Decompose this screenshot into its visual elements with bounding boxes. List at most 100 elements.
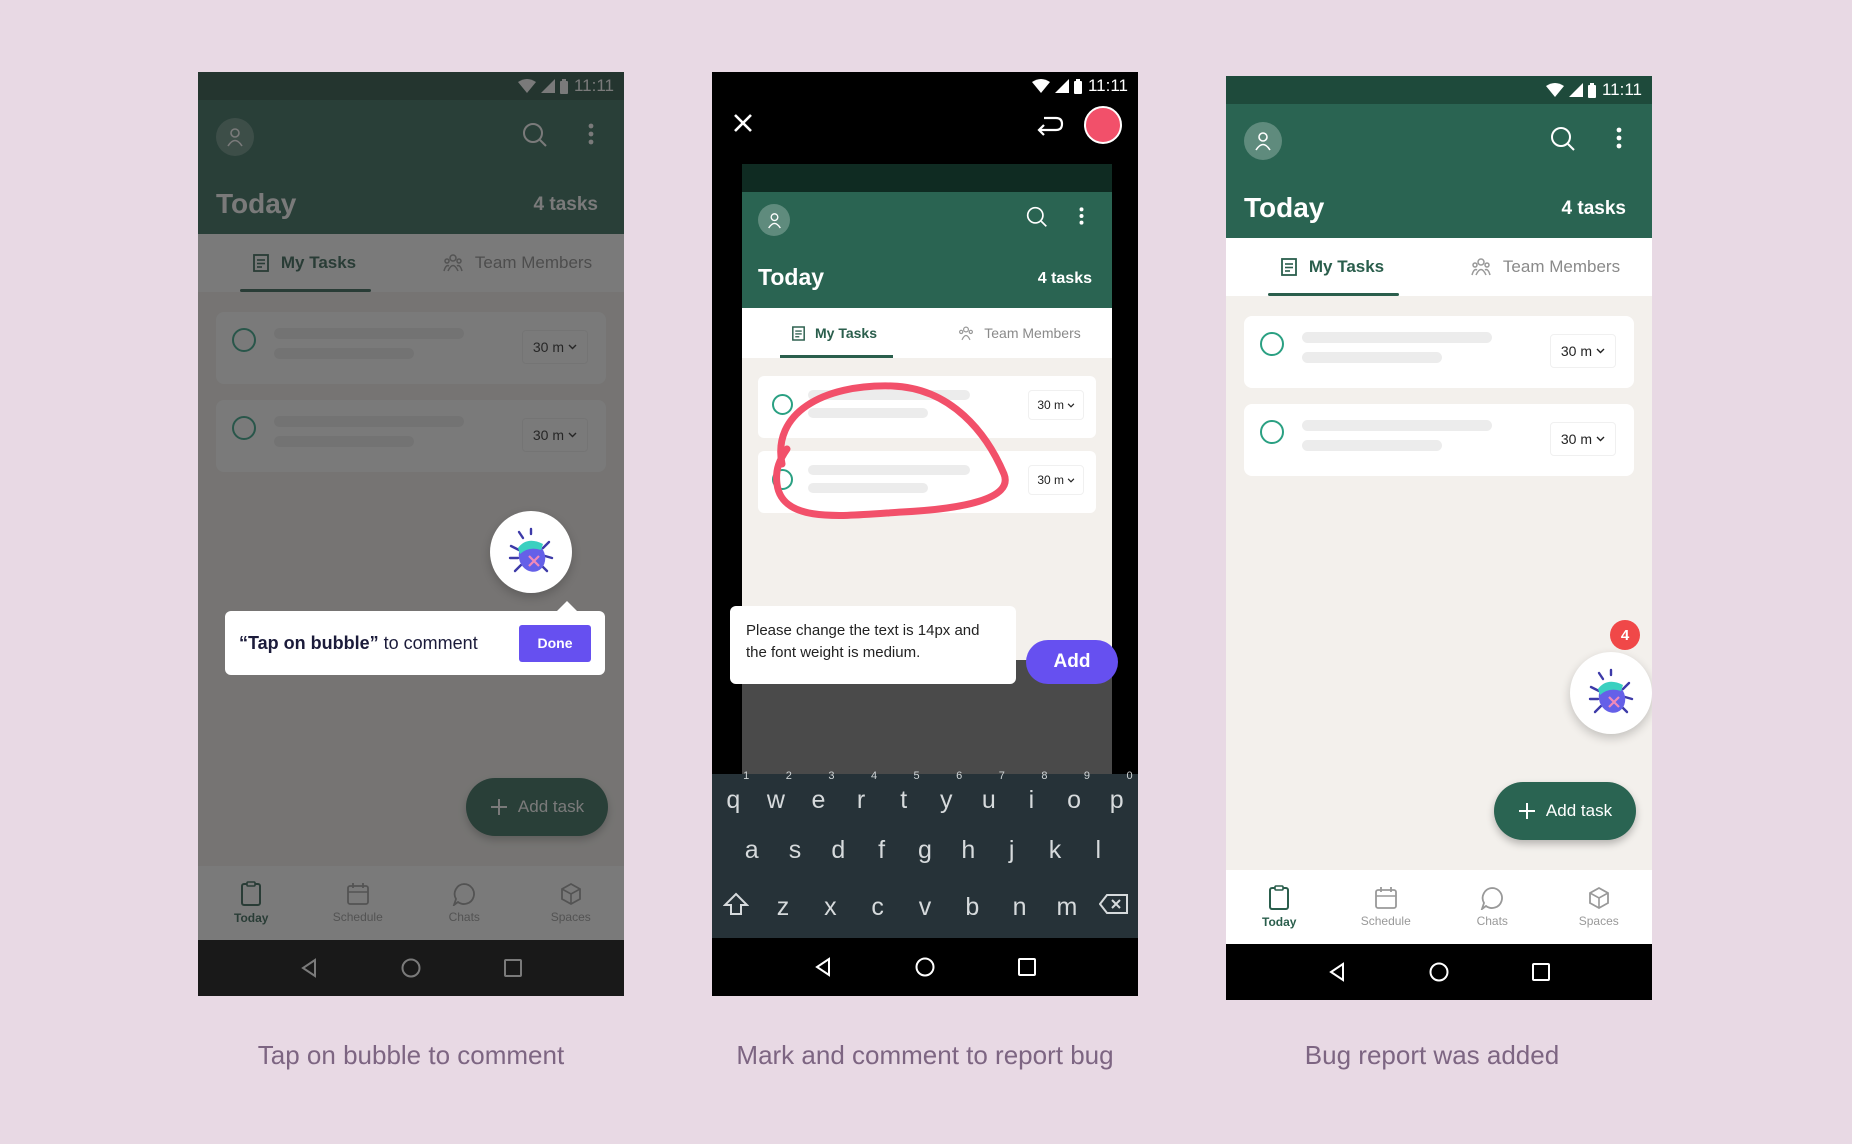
key-o[interactable]: 9o bbox=[1054, 770, 1094, 815]
task-subtitle-placeholder bbox=[808, 408, 928, 418]
key-b[interactable]: b bbox=[952, 893, 992, 922]
backspace-key[interactable] bbox=[1094, 893, 1134, 922]
nav-spaces[interactable]: Spaces bbox=[1546, 870, 1653, 944]
pen-color-button[interactable] bbox=[1084, 106, 1122, 144]
user-icon bbox=[1255, 132, 1271, 151]
tooltip-tap-bubble: “Tap on bubble” to comment Done bbox=[225, 601, 605, 675]
search-icon[interactable] bbox=[1550, 126, 1576, 152]
tab-label: My Tasks bbox=[815, 325, 877, 341]
key-c[interactable]: c bbox=[858, 893, 898, 922]
add-task-label: Add task bbox=[1545, 801, 1613, 820]
cube-icon bbox=[1588, 886, 1609, 910]
task-count: 4 tasks bbox=[1037, 270, 1092, 287]
system-nav-bar bbox=[712, 938, 1138, 996]
bug-report-bubble[interactable] bbox=[490, 511, 572, 593]
keyboard-row-2: asdfghjkl bbox=[712, 836, 1138, 865]
key-k[interactable]: k bbox=[1035, 836, 1075, 865]
clipboard-icon bbox=[1269, 885, 1290, 910]
key-label: o bbox=[1067, 786, 1081, 814]
caption-step-1: Tap on bubble to comment bbox=[257, 1040, 565, 1070]
duration-dropdown[interactable]: 30 m bbox=[1549, 334, 1616, 368]
task-card[interactable]: 30 m bbox=[1244, 404, 1634, 476]
nav-chats[interactable]: Chats bbox=[1439, 870, 1546, 944]
key-j[interactable]: j bbox=[992, 836, 1032, 865]
preview-app-bar: Today 4 tasks bbox=[742, 192, 1112, 308]
search-icon bbox=[1026, 206, 1047, 227]
recents-icon[interactable] bbox=[1531, 962, 1551, 982]
key-d[interactable]: d bbox=[818, 836, 858, 865]
back-icon[interactable] bbox=[813, 957, 833, 977]
undo-icon[interactable] bbox=[1036, 114, 1064, 136]
bottom-nav: Today Schedule Chats Spaces bbox=[1226, 870, 1652, 944]
key-m[interactable]: m bbox=[1047, 893, 1087, 922]
avatar[interactable] bbox=[1244, 122, 1282, 160]
shift-key[interactable] bbox=[716, 892, 756, 923]
task-checkbox bbox=[772, 469, 793, 490]
home-icon[interactable] bbox=[914, 956, 936, 978]
task-count: 4 tasks bbox=[1561, 198, 1626, 219]
key-r[interactable]: 4r bbox=[841, 770, 881, 815]
key-hint: 7 bbox=[998, 770, 1005, 782]
key-h[interactable]: h bbox=[948, 836, 988, 865]
home-icon[interactable] bbox=[1428, 961, 1450, 983]
key-q[interactable]: 1q bbox=[713, 770, 753, 815]
close-icon[interactable] bbox=[732, 112, 754, 134]
comment-input[interactable]: Please change the text is 14px and the f… bbox=[730, 606, 1016, 684]
key-f[interactable]: f bbox=[862, 836, 902, 865]
task-card: 30 m bbox=[758, 376, 1096, 438]
duration-dropdown: 30 m bbox=[1028, 390, 1084, 420]
nav-today[interactable]: Today bbox=[1226, 870, 1333, 944]
bug-icon bbox=[1588, 668, 1634, 714]
duration-dropdown[interactable]: 30 m bbox=[1549, 422, 1616, 456]
add-comment-button[interactable]: Add bbox=[1026, 640, 1118, 684]
task-subtitle-placeholder bbox=[1302, 440, 1442, 451]
nav-label: Today bbox=[1262, 915, 1297, 929]
bug-report-bubble[interactable] bbox=[1570, 652, 1652, 734]
screenshot-preview[interactable]: Today 4 tasks My Tasks Team Members 30 m… bbox=[742, 164, 1112, 660]
key-w[interactable]: 2w bbox=[756, 770, 796, 815]
back-icon[interactable] bbox=[1327, 962, 1347, 982]
key-i[interactable]: 8i bbox=[1011, 770, 1051, 815]
system-nav-bar bbox=[1226, 944, 1652, 1000]
key-x[interactable]: x bbox=[810, 893, 850, 922]
duration-value: 30 m bbox=[1037, 398, 1064, 412]
tab-label: Team Members bbox=[984, 325, 1081, 341]
key-v[interactable]: v bbox=[905, 893, 945, 922]
tooltip-text: “Tap on bubble” to comment bbox=[239, 632, 478, 653]
key-l[interactable]: l bbox=[1078, 836, 1118, 865]
tab-label: Team Members bbox=[1502, 257, 1621, 276]
key-t[interactable]: 5t bbox=[884, 770, 924, 815]
add-task-button[interactable]: Add task bbox=[1494, 782, 1636, 840]
key-u[interactable]: 7u bbox=[969, 770, 1009, 815]
signal-icon bbox=[1054, 79, 1069, 93]
nav-label: Spaces bbox=[1578, 914, 1619, 928]
done-button[interactable]: Done bbox=[519, 624, 591, 662]
key-hint: 2 bbox=[785, 770, 792, 782]
task-card[interactable]: 30 m bbox=[1244, 316, 1634, 388]
list-icon bbox=[1280, 258, 1297, 276]
key-label: i bbox=[1028, 786, 1035, 814]
key-p[interactable]: 0p bbox=[1097, 770, 1137, 815]
task-checkbox[interactable] bbox=[1260, 332, 1284, 356]
key-n[interactable]: n bbox=[1000, 893, 1040, 922]
recents-icon[interactable] bbox=[1017, 957, 1037, 977]
phone-screen-mark-comment: 11:11 Today 4 tasks My Tasks Team Member… bbox=[712, 72, 1138, 996]
task-checkbox[interactable] bbox=[1260, 420, 1284, 444]
nav-schedule[interactable]: Schedule bbox=[1333, 870, 1440, 944]
key-label: w bbox=[766, 786, 785, 814]
more-options-icon[interactable] bbox=[1616, 126, 1622, 150]
status-bar: 11:11 bbox=[1226, 76, 1652, 104]
bug-icon bbox=[508, 527, 554, 573]
chevron-down-icon bbox=[1067, 477, 1075, 483]
key-s[interactable]: s bbox=[775, 836, 815, 865]
key-y[interactable]: 6y bbox=[926, 770, 966, 815]
key-e[interactable]: 3e bbox=[798, 770, 838, 815]
key-z[interactable]: z bbox=[763, 893, 803, 922]
tab-my-tasks[interactable]: My Tasks bbox=[1226, 238, 1439, 296]
task-title-placeholder bbox=[1302, 332, 1492, 343]
bug-count-badge: 4 bbox=[1610, 620, 1640, 650]
key-a[interactable]: a bbox=[732, 836, 772, 865]
key-g[interactable]: g bbox=[905, 836, 945, 865]
chevron-down-icon bbox=[1067, 402, 1075, 408]
tab-team-members[interactable]: Team Members bbox=[1439, 238, 1652, 296]
